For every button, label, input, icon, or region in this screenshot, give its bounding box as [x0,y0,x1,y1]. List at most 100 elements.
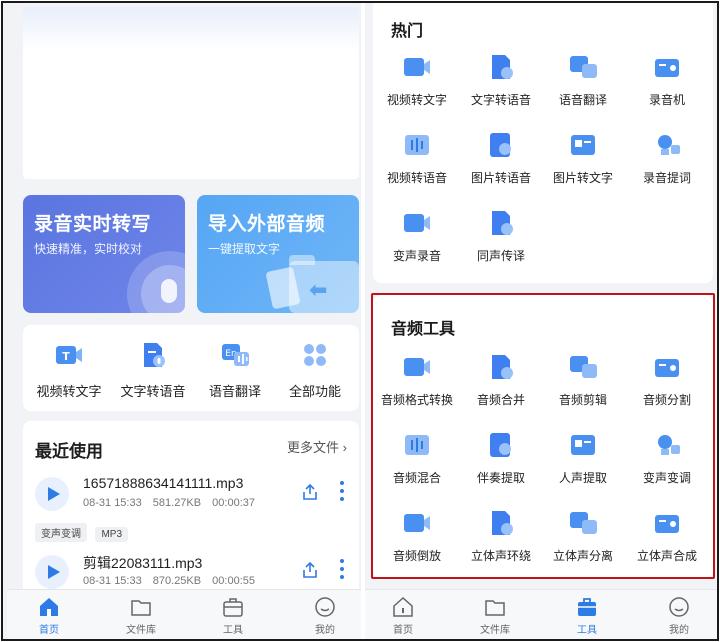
section-title: 热门 [391,23,424,40]
tool-item-label: 视频转语音 [386,171,447,185]
tab-tools[interactable]: 工具 [203,596,263,636]
tool-item-label: 视频转文字 [386,93,447,107]
tool-item[interactable]: 视频转文字 [375,51,459,108]
smile-icon [314,596,336,618]
play-icon [48,565,60,579]
tab-files[interactable]: 文件库 [465,596,525,636]
folder-icon [130,596,152,618]
video-to-audio-icon [401,129,433,161]
tool-item[interactable]: 同声传译 [459,207,543,264]
quick-item-label: 文字转语音 [120,384,186,399]
voice-change-record-icon [401,207,433,239]
share-icon[interactable] [301,483,319,501]
share-icon[interactable] [301,561,319,579]
play-button[interactable] [35,555,69,589]
home-icon [392,596,414,618]
file-tags: 变声变调 MP3 [35,523,132,542]
highlight-box [371,293,715,579]
tab-label: 我的 [315,625,335,636]
file-duration: 00:00:37 [212,497,255,509]
file-row[interactable]: 16571888634141111.mp3 08-31 15:33 581.27… [23,473,359,523]
tool-item-label: 录音提词 [642,171,691,185]
more-options-icon[interactable] [339,479,345,503]
card-subtitle: 一键提取文字 [208,242,281,256]
card-title: 录音实时转写 [34,214,152,235]
realtime-transcribe-card[interactable]: 录音实时转写 快速精准，实时校对 [23,195,185,313]
quick-item-text-to-speech[interactable]: 文字转语音 [111,339,195,400]
tool-item-label: 变声录音 [392,249,441,263]
tool-item-label: 同声传译 [476,249,525,263]
card-title: 导入外部音频 [208,214,326,235]
tool-item[interactable]: 图片转语音 [459,129,543,186]
tab-profile[interactable]: 我的 [295,596,355,636]
chevron-right-icon: › [342,440,347,455]
video-to-text-icon: T [53,339,85,371]
tool-item-label: 语音翻译 [558,93,607,107]
file-date: 08-31 15:33 [83,575,142,587]
file-meta: 08-31 15:33 581.27KB 00:00:37 [83,497,263,509]
text-to-speech-icon [485,51,517,83]
tools-screen: 热门 视频转文字 文字转语音 语音翻译 录音机视频转语音 图片转语音 图片转文字 录音提词变… [365,3,717,639]
tab-home[interactable]: 首页 [373,596,433,636]
tab-label: 文件库 [126,625,156,636]
tab-label: 工具 [577,625,597,636]
smile-icon [668,596,690,618]
arrow-left-icon: ⬅ [309,277,328,302]
quick-item-video-to-text[interactable]: T 视频转文字 [27,339,111,400]
all-functions-icon [299,339,331,371]
play-icon [48,487,60,501]
tool-item-label: 图片转文字 [552,171,613,185]
tab-label: 我的 [669,625,689,636]
hot-panel: 热门 视频转文字 文字转语音 语音翻译 录音机视频转语音 图片转语音 图片转文字 录音提词变… [373,3,713,283]
tool-item-label: 录音机 [648,93,685,107]
video-to-text-icon [401,51,433,83]
tab-label: 首页 [393,625,413,636]
screenshot-frame: 录音实时转写 快速精准，实时校对 导入外部音频 一键提取文字 ⬅ T 视频转文字 [1,1,719,641]
tool-item-label: 图片转语音 [470,171,531,185]
teleprompter-icon [651,129,683,161]
tool-item[interactable]: 文字转语音 [459,51,543,108]
voice-translate-icon [567,51,599,83]
tab-label: 工具 [223,625,243,636]
tool-item[interactable]: 录音机 [625,51,709,108]
tool-item[interactable]: 语音翻译 [541,51,625,108]
tab-label: 文件库 [480,625,510,636]
more-files-link[interactable]: 更多文件 › [287,437,347,456]
more-options-icon[interactable] [339,557,345,581]
quick-item-voice-translate[interactable]: En 语音翻译 [193,339,277,400]
tab-profile[interactable]: 我的 [649,596,709,636]
tag: 变声变调 [35,523,87,542]
text-to-speech-icon [137,339,169,371]
tab-label: 首页 [39,625,59,636]
tab-files[interactable]: 文件库 [111,596,171,636]
toolbox-icon [222,596,244,618]
home-screen: 录音实时转写 快速精准，实时校对 导入外部音频 一键提取文字 ⬅ T 视频转文字 [7,3,363,639]
quick-item-all-functions[interactable]: 全部功能 [273,339,357,400]
tool-item-label: 文字转语音 [470,93,531,107]
play-button[interactable] [35,477,69,511]
folder-icon [484,596,506,618]
tool-item[interactable]: 录音提词 [625,129,709,186]
quick-item-label: 视频转文字 [36,384,102,399]
home-icon [38,596,60,618]
tool-item[interactable]: 图片转文字 [541,129,625,186]
tab-home[interactable]: 首页 [19,596,79,636]
file-meta: 08-31 15:33 870.25KB 00:00:55 [83,575,263,587]
import-audio-card[interactable]: 导入外部音频 一键提取文字 ⬅ [197,195,359,313]
mic-icon [161,279,177,303]
tool-item[interactable]: 视频转语音 [375,129,459,186]
quick-item-label: 语音翻译 [208,384,261,399]
svg-text:T: T [62,350,70,363]
voice-translate-icon: En [219,339,251,371]
file-size: 581.27KB [152,497,202,509]
quick-item-label: 全部功能 [288,384,341,399]
recorder-icon [651,51,683,83]
tool-item[interactable]: 变声录音 [375,207,459,264]
tag: MP3 [95,527,129,542]
file-size: 870.25KB [152,575,202,587]
file-date: 08-31 15:33 [83,497,142,509]
tab-tools[interactable]: 工具 [557,596,617,636]
banner-area[interactable] [23,7,359,179]
toolbox-icon [576,596,598,618]
quick-functions-panel: T 视频转文字 文字转语音 En 语音翻译 全部功能 [23,325,359,411]
